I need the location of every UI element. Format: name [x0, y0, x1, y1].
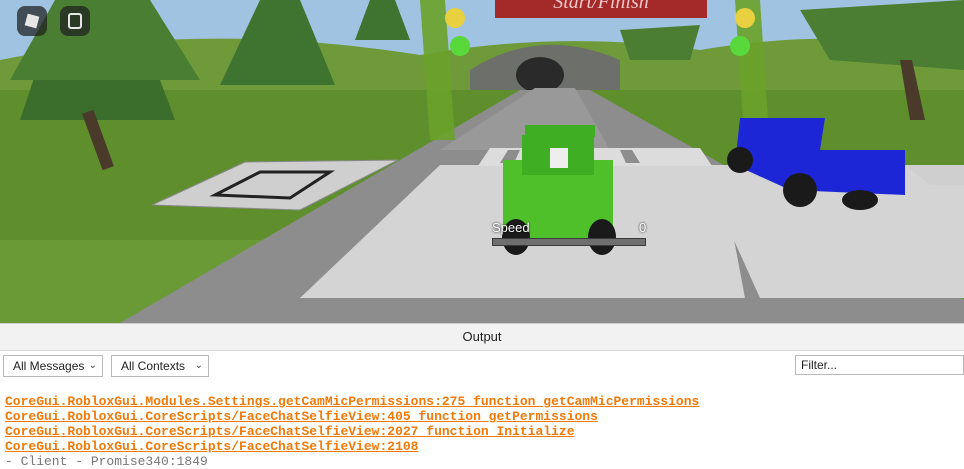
banner-text: Start/Finish: [553, 0, 649, 13]
log-line-link[interactable]: CoreGui.RobloxGui.Modules.Settings.getCa…: [0, 394, 964, 409]
output-toolbar: All Messages ⌄ All Contexts ⌄: [0, 351, 964, 381]
chevron-down-icon: ⌄: [88, 360, 97, 371]
contexts-filter-label: All Contexts: [121, 359, 186, 373]
log-line-link[interactable]: CoreGui.RobloxGui.CoreScripts/FaceChatSe…: [0, 439, 964, 454]
messages-filter-label: All Messages: [13, 359, 85, 373]
roblox-menu-button[interactable]: [17, 6, 47, 36]
game-scene: Start/Finish: [0, 0, 964, 323]
game-viewport[interactable]: Start/Finish Speed 0: [0, 0, 964, 323]
log-line-link[interactable]: CoreGui.RobloxGui.CoreScripts/FaceChatSe…: [0, 424, 964, 439]
chat-icon: [68, 13, 82, 29]
contexts-filter-dropdown[interactable]: All Contexts ⌄: [111, 355, 209, 377]
chat-button[interactable]: [60, 6, 90, 36]
output-panel: Output All Messages ⌄ All Contexts ⌄ Cor…: [0, 323, 964, 469]
chevron-down-icon: ⌄: [194, 360, 203, 371]
speed-value: 0: [639, 220, 647, 235]
filter-input[interactable]: [795, 355, 964, 375]
speed-label: Speed: [492, 220, 530, 235]
output-log[interactable]: CoreGui.RobloxGui.Modules.Settings.getCa…: [0, 394, 964, 469]
log-line-link[interactable]: CoreGui.RobloxGui.CoreScripts/FaceChatSe…: [0, 409, 964, 424]
roblox-menu-icon: [24, 13, 40, 29]
speed-bar: [492, 238, 646, 246]
output-title: Output: [0, 324, 964, 351]
messages-filter-dropdown[interactable]: All Messages ⌄: [3, 355, 103, 377]
